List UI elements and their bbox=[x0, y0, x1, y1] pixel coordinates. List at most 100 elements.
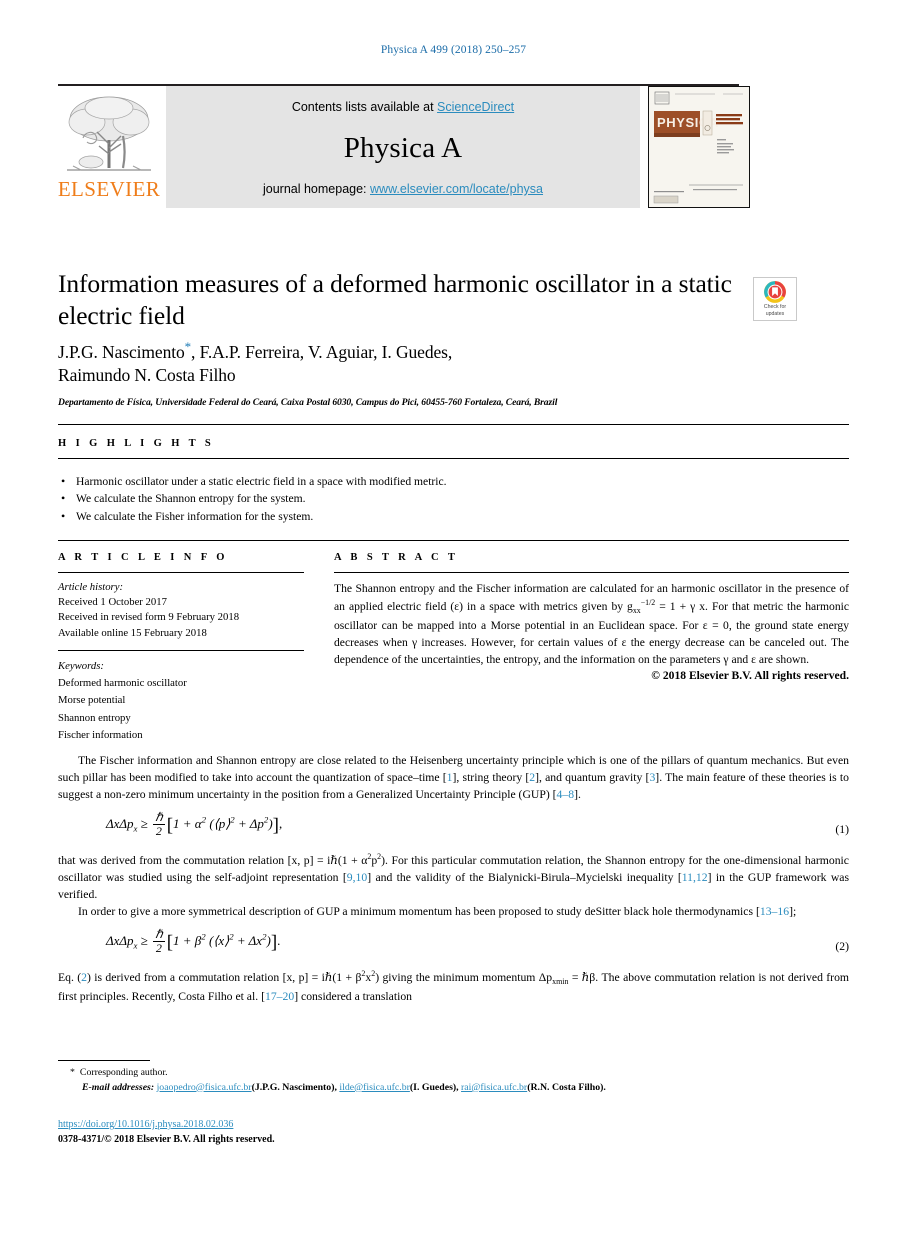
eq1-denominator: 2 bbox=[153, 823, 165, 837]
title-block: Information measures of a deformed harmo… bbox=[58, 268, 748, 408]
p2-text-d: ] and the validity of the Bialynicki-Bir… bbox=[367, 871, 682, 885]
rule-above-abstract bbox=[58, 540, 849, 541]
article-info-label: A R T I C L E I N F O bbox=[58, 552, 228, 563]
journal-homepage-line: journal homepage: www.elsevier.com/locat… bbox=[263, 182, 543, 196]
email-addresses-label: E-mail addresses: bbox=[82, 1081, 155, 1093]
crossmark-line1: Check for bbox=[763, 304, 787, 310]
eq2-tail: . bbox=[277, 933, 281, 949]
list-item: We calculate the Fisher information for … bbox=[61, 507, 849, 525]
p3-text-b: ]; bbox=[789, 905, 797, 919]
email-period: . bbox=[603, 1081, 606, 1093]
email-owner: (I. Guedes) bbox=[409, 1081, 457, 1093]
page-title: Information measures of a deformed harmo… bbox=[58, 269, 732, 331]
keyword-item: Shannon entropy bbox=[58, 711, 131, 724]
highlights-label: H I G H L I G H T S bbox=[58, 438, 215, 449]
article-history-label: Article history: bbox=[58, 581, 124, 593]
corresponding-author-text: Corresponding author. bbox=[79, 1067, 168, 1078]
p4-text-d: ) giving the minimum momentum Δp bbox=[375, 971, 553, 985]
article-page: Physica A 499 (2018) 250–257 ELSEVIER Co… bbox=[0, 0, 907, 1238]
keyword-item: Fischer information bbox=[58, 729, 143, 742]
sciencedirect-link[interactable]: ScienceDirect bbox=[437, 100, 514, 114]
running-head: Physica A 499 (2018) 250–257 bbox=[380, 44, 527, 56]
affiliation: Departamento de Física, Universidade Fed… bbox=[58, 396, 558, 408]
corresponding-author-note: * Corresponding author. bbox=[70, 1066, 849, 1081]
authors-rest: , F.A.P. Ferreira, V. Aguiar, I. Guedes, bbox=[191, 342, 453, 363]
equation-2: ΔxΔpx ≥ ℏ 2 [1 + β2 (⟨x⟩2 + Δx2)]. (2) bbox=[58, 928, 849, 959]
body-paragraph-1: The Fischer information and Shannon entr… bbox=[58, 752, 849, 803]
citation-ref[interactable]: 13–16 bbox=[760, 905, 789, 918]
citation-ref[interactable]: 4–8 bbox=[557, 788, 575, 801]
eq2-numerator: ℏ bbox=[155, 927, 163, 942]
list-item: We calculate the Shannon entropy for the… bbox=[61, 489, 849, 507]
elsevier-wordmark: ELSEVIER bbox=[57, 177, 161, 201]
email-link[interactable]: rai@fisica.ufc.br bbox=[461, 1082, 527, 1093]
eq1-lhs: ΔxΔp bbox=[106, 816, 134, 832]
keywords-label: Keywords: bbox=[58, 659, 104, 672]
footnote-star-marker: * bbox=[70, 1067, 75, 1078]
homepage-prefix: journal homepage: bbox=[262, 182, 371, 196]
p3-text-a: In order to give a more symmetrical desc… bbox=[78, 905, 760, 919]
equation-1-content: ΔxΔpx ≥ ℏ 2 [1 + α2 (⟨p⟩2 + Δp2)], bbox=[106, 810, 849, 840]
journal-band: Contents lists available at ScienceDirec… bbox=[166, 86, 640, 208]
email-link[interactable]: joaopedro@fisica.ufc.br bbox=[157, 1082, 252, 1093]
citation-ref[interactable]: 9,10 bbox=[347, 871, 367, 884]
history-item: Received 1 October 2017 bbox=[58, 596, 167, 609]
rule-between-history-keywords bbox=[58, 649, 304, 651]
email-link[interactable]: ilde@fisica.ufc.br bbox=[339, 1082, 410, 1093]
keyword-item: Morse potential bbox=[58, 694, 126, 707]
p4-text-b: ) is derived from a commutation relation… bbox=[87, 971, 362, 985]
article-history: Article history: Received 1 October 2017… bbox=[58, 580, 304, 641]
p1-text-c: ], and quantum gravity [ bbox=[535, 771, 650, 785]
email-owner: (J.P.G. Nascimento) bbox=[251, 1081, 335, 1093]
info-and-abstract: A R T I C L E I N F O Article history: R… bbox=[58, 552, 849, 744]
eq2-body-b: (⟨x⟩ bbox=[205, 933, 230, 949]
footnotes-block: * Corresponding author. E-mail addresses:… bbox=[58, 1066, 849, 1095]
keywords-block: Keywords: Deformed harmonic oscillator M… bbox=[58, 658, 304, 745]
doi-block: https://doi.org/10.1016/j.physa.2018.02.… bbox=[58, 1117, 849, 1147]
p4-sub1: xmin bbox=[552, 977, 569, 987]
journal-cover-thumbnail: PHYSICA bbox=[648, 86, 750, 208]
p4-text-f: ] considered a translation bbox=[294, 990, 413, 1004]
citation-ref[interactable]: 11,12 bbox=[682, 871, 708, 884]
eq2-body-c: + Δx bbox=[233, 933, 263, 949]
eq2-lhs: ΔxΔp bbox=[106, 933, 134, 949]
highlights-section: H I G H L I G H T S Harmonic oscillator … bbox=[58, 438, 849, 525]
contents-prefix: Contents lists available at bbox=[291, 100, 438, 114]
email-addresses-note: E-mail addresses: joaopedro@fisica.ufc.b… bbox=[82, 1081, 849, 1096]
highlights-list: Harmonic oscillator under a static elect… bbox=[58, 472, 849, 525]
article-body: The Fischer information and Shannon entr… bbox=[58, 752, 849, 1005]
elsevier-tree-icon bbox=[63, 92, 155, 178]
eq1-body-a: 1 + α bbox=[173, 816, 202, 832]
crossmark-line2: updates bbox=[765, 310, 785, 317]
journal-homepage-link[interactable]: www.elsevier.com/locate/physa bbox=[370, 182, 543, 196]
eq1-relation: ≥ bbox=[137, 816, 152, 832]
eq2-fraction: ℏ2 bbox=[153, 928, 165, 954]
abstract-g-subscript: xx bbox=[632, 606, 641, 616]
history-item: Available online 15 February 2018 bbox=[58, 626, 207, 639]
abstract-copyright: © 2018 Elsevier B.V. All rights reserved… bbox=[651, 669, 849, 683]
equation-2-number: (2) bbox=[835, 940, 849, 954]
doi-link[interactable]: https://doi.org/10.1016/j.physa.2018.02.… bbox=[58, 1119, 233, 1130]
article-info-column: A R T I C L E I N F O Article history: R… bbox=[58, 552, 304, 744]
keyword-item: Deformed harmonic oscillator bbox=[58, 677, 187, 690]
eq1-body-c: + Δp bbox=[234, 816, 264, 832]
rule-under-highlights-label bbox=[58, 458, 849, 459]
email-owner: (R.N. Costa Filho) bbox=[527, 1081, 604, 1093]
rule-above-highlights bbox=[58, 424, 849, 425]
abstract-g-superscript: −1/2 bbox=[640, 598, 656, 608]
journal-title: Physica A bbox=[343, 131, 463, 164]
crossmark-badge[interactable]: Check for updates bbox=[753, 277, 797, 321]
p1-text-b: ], string theory [ bbox=[452, 771, 530, 785]
contents-available-line: Contents lists available at ScienceDirec… bbox=[292, 100, 514, 114]
crossmark-ring-icon bbox=[764, 281, 786, 303]
journal-masthead: ELSEVIER Contents lists available at Sci… bbox=[58, 84, 849, 208]
author-first: J.P.G. Nascimento bbox=[58, 342, 185, 363]
eq2-relation: ≥ bbox=[137, 933, 152, 949]
equation-1-number: (1) bbox=[835, 823, 849, 837]
author-last-line: Raimundo N. Costa Filho bbox=[58, 365, 236, 386]
eq1-numerator: ℏ bbox=[155, 810, 163, 825]
footnote-separator-rule bbox=[58, 1060, 150, 1061]
citation-ref[interactable]: 17–20 bbox=[265, 990, 294, 1003]
issn-copyright-line: 0378-4371/© 2018 Elsevier B.V. All right… bbox=[58, 1134, 275, 1145]
history-item: Received in revised form 9 February 2018 bbox=[58, 611, 240, 624]
